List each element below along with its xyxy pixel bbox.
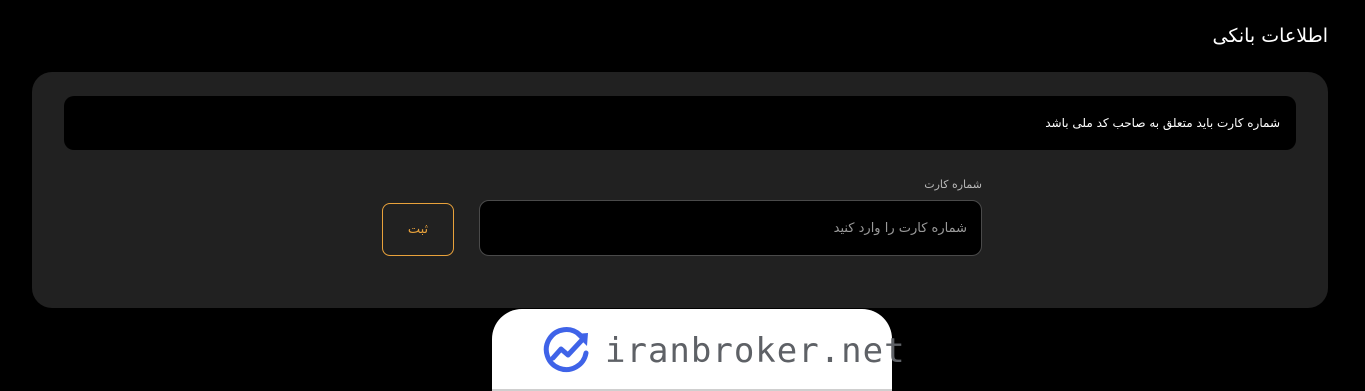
card-number-input[interactable] xyxy=(479,200,982,256)
card-owner-notice: شماره کارت باید متعلق به صاحب کد ملی باش… xyxy=(64,96,1296,150)
submit-button[interactable]: ثبت xyxy=(382,203,454,256)
bank-info-page: اطلاعات بانکی شماره کارت باید متعلق به ص… xyxy=(0,0,1365,391)
chart-trend-logo-icon xyxy=(543,327,589,373)
watermark-banner: iranbroker.net xyxy=(492,309,905,391)
notice-text: شماره کارت باید متعلق به صاحب کد ملی باش… xyxy=(1045,116,1280,130)
watermark-text: iranbroker.net xyxy=(605,331,906,371)
bank-info-card: شماره کارت باید متعلق به صاحب کد ملی باش… xyxy=(32,72,1328,308)
section-title: اطلاعات بانکی xyxy=(1212,25,1328,47)
card-number-label: شماره کارت xyxy=(924,178,982,191)
